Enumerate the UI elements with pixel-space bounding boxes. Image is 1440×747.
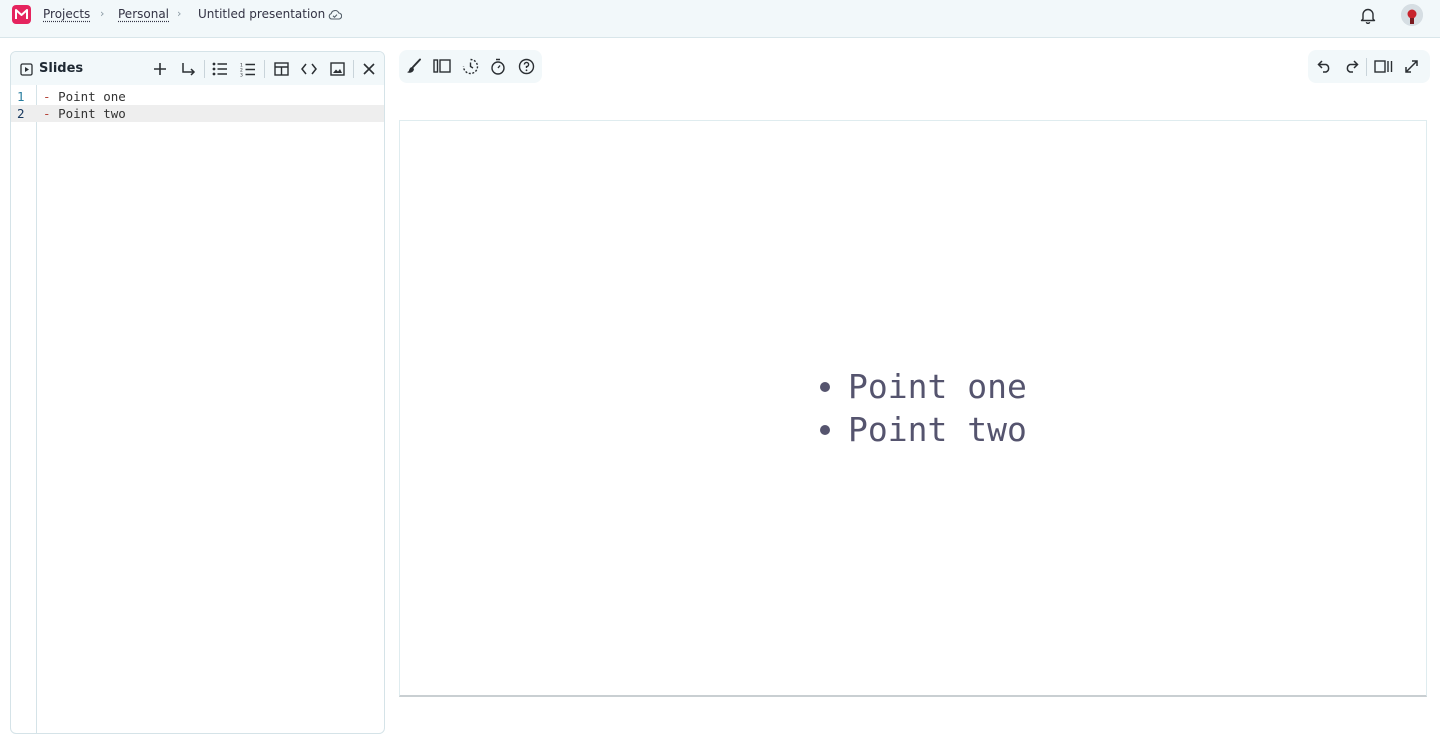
editor-header: Slides 123 [11, 52, 384, 85]
slide-bullet-item: Point two [820, 410, 1027, 449]
toolbar-divider [353, 60, 354, 78]
slide-bullet-item: Point one [820, 367, 1027, 406]
slides-editor-panel: Slides 123 1 - Point one 2 - Point two [10, 51, 385, 734]
enter-arrow-icon[interactable] [177, 58, 199, 80]
notification-bell-icon[interactable] [1360, 7, 1376, 24]
timer-icon[interactable] [487, 55, 509, 77]
split-view-icon[interactable] [1372, 55, 1394, 77]
redo-icon[interactable] [1340, 55, 1362, 77]
breadcrumb-personal[interactable]: Personal [118, 7, 169, 21]
bullet-dot [820, 424, 830, 435]
numbered-list-icon[interactable]: 123 [237, 58, 259, 80]
breadcrumb-separator: › [177, 7, 182, 20]
help-icon[interactable] [515, 55, 537, 77]
play-slides-icon[interactable] [15, 58, 37, 80]
code-line[interactable]: 1 - Point one [11, 88, 384, 105]
undo-icon[interactable] [1313, 55, 1335, 77]
editor-title: Slides [39, 61, 84, 76]
close-icon[interactable] [358, 58, 380, 80]
bullet-dot [820, 381, 830, 392]
history-icon[interactable] [459, 55, 481, 77]
top-bar: Projects › Personal › Untitled presentat… [0, 0, 1440, 38]
canvas-toolbar-left [399, 50, 542, 83]
breadcrumb-presentation-title[interactable]: Untitled presentation [198, 7, 325, 21]
table-icon[interactable] [270, 58, 292, 80]
bullet-text: Point one [848, 367, 1027, 406]
code-line-active[interactable]: 2 - Point two [11, 105, 384, 122]
plus-icon[interactable] [149, 58, 171, 80]
brush-icon[interactable] [403, 55, 425, 77]
line-number: 1 [17, 89, 25, 104]
toolbar-divider [204, 60, 205, 78]
cloud-saved-icon [328, 9, 342, 20]
breadcrumb-projects[interactable]: Projects [43, 7, 90, 21]
app-logo-icon[interactable] [12, 5, 31, 24]
toolbar-divider [264, 60, 265, 78]
fullscreen-icon[interactable] [1400, 55, 1422, 77]
line-text: - Point two [43, 106, 126, 121]
breadcrumb-separator: › [100, 7, 105, 20]
bullet-list-icon[interactable] [209, 58, 231, 80]
line-text: - Point one [43, 89, 126, 104]
image-icon[interactable] [326, 58, 348, 80]
canvas-toolbar-right [1308, 50, 1430, 83]
svg-text:3: 3 [240, 72, 243, 77]
code-icon[interactable] [298, 58, 320, 80]
line-number: 2 [17, 106, 25, 121]
user-avatar[interactable] [1401, 4, 1423, 26]
layout-icon[interactable] [431, 55, 453, 77]
bullet-text: Point two [848, 410, 1027, 449]
line-number-gutter [11, 85, 37, 733]
slide-preview[interactable]: Point one Point two [399, 120, 1427, 697]
toolbar-divider [1366, 58, 1367, 76]
